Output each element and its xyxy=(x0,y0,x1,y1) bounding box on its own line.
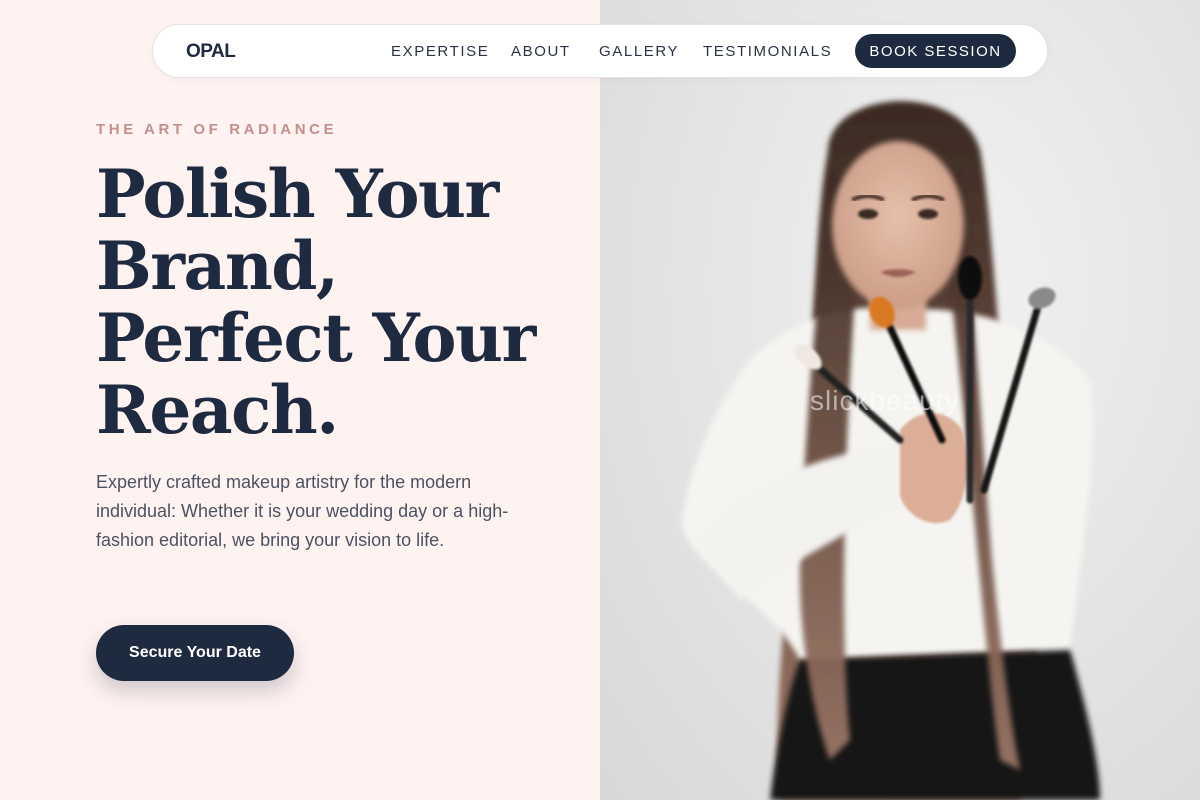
nav-link-testimonials[interactable]: TESTIMONIALS xyxy=(703,43,832,60)
photo-watermark: slickbeauty xyxy=(810,385,960,416)
hero-photo: slickbeauty xyxy=(600,0,1200,800)
hero-headline-line: Reach. xyxy=(96,371,339,449)
nav-link-gallery[interactable]: GALLERY xyxy=(599,43,679,60)
top-navigation: OPAL EXPERTISE ABOUT GALLERY TESTIMONIAL… xyxy=(152,24,1048,78)
brand-logo[interactable]: OPAL xyxy=(186,41,236,63)
hero-headline-line: Brand, xyxy=(96,227,339,305)
secure-your-date-button[interactable]: Secure Your Date xyxy=(96,625,294,681)
hero-description: Expertly crafted makeup artistry for the… xyxy=(96,472,509,550)
hero-headline: Polish Your Brand, Perfect Your Reach. xyxy=(96,158,556,446)
hero-headline-line: Perfect Your xyxy=(96,299,536,377)
hero-headline-line: Polish Your xyxy=(96,155,499,233)
nav-link-about[interactable]: ABOUT xyxy=(511,43,571,60)
book-session-button[interactable]: BOOK SESSION xyxy=(855,34,1016,68)
hero-eyebrow: THE ART OF RADIANCE xyxy=(96,121,338,138)
nav-link-expertise[interactable]: EXPERTISE xyxy=(391,43,489,60)
